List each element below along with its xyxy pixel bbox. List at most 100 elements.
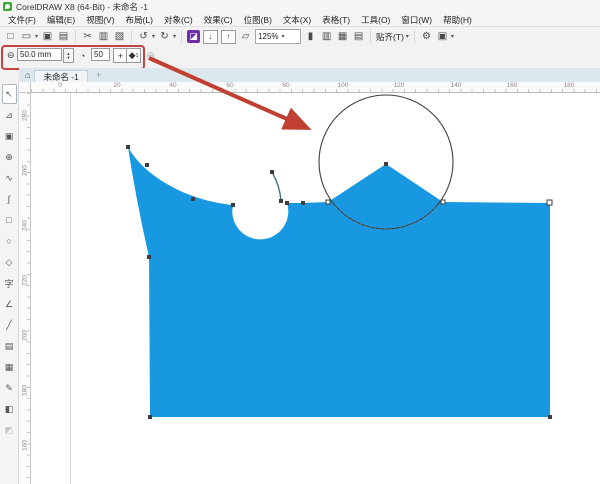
save-icon[interactable]: ▣ bbox=[41, 29, 54, 44]
snap-dropdown-icon[interactable]: ▾ bbox=[406, 33, 409, 40]
text-tool[interactable]: 字 bbox=[2, 273, 17, 293]
coreldraw-window: CorelDRAW X8 (64-Bit) - 未命名 -1 文件(F) 编辑(… bbox=[0, 0, 600, 484]
redo-icon[interactable]: ↻ bbox=[158, 29, 171, 44]
drawing-canvas[interactable] bbox=[31, 93, 600, 484]
launch-dropdown-icon[interactable]: ▾ bbox=[451, 33, 454, 40]
smart-fill-tool[interactable]: ◩ bbox=[2, 420, 17, 440]
new-document-icon[interactable]: □ bbox=[4, 29, 17, 44]
ruler-label: 60 bbox=[226, 82, 233, 89]
fullscreen-preview-icon[interactable]: ▮ bbox=[304, 29, 317, 44]
copy-icon[interactable]: ▥ bbox=[97, 29, 110, 44]
document-tab-label: 未命名 -1 bbox=[43, 71, 78, 83]
cut-icon[interactable]: ✂ bbox=[81, 29, 94, 44]
menu-layout[interactable]: 布局(L) bbox=[126, 14, 153, 26]
pick-tool[interactable]: ↖ bbox=[2, 84, 17, 104]
menu-edit[interactable]: 编辑(E) bbox=[47, 14, 75, 26]
ruler-label: 180 bbox=[564, 82, 575, 89]
standard-toolbar: □ ▭ ▾ ▣ ▤ ✂ ▥ ▧ ↺ ▾ ↻ ▾ ◪ ↓ ↑ ▱ 125% ▾ ▮… bbox=[0, 26, 600, 47]
snap-to-label[interactable]: 贴齐(T) bbox=[376, 31, 404, 43]
ruler-label: 0 bbox=[58, 82, 62, 89]
publish-pdf-icon[interactable]: ▱ bbox=[239, 29, 252, 44]
home-icon[interactable]: ⌂ bbox=[25, 70, 30, 80]
launch-icon[interactable]: ▣ bbox=[436, 29, 449, 44]
menu-effects[interactable]: 效果(C) bbox=[204, 14, 233, 26]
title-bar: CorelDRAW X8 (64-Bit) - 未命名 -1 bbox=[0, 0, 600, 13]
menu-table[interactable]: 表格(T) bbox=[322, 14, 350, 26]
smooth-smear-icon: ◆ bbox=[129, 50, 136, 61]
search-content-icon[interactable]: ◪ bbox=[187, 30, 200, 43]
menu-view[interactable]: 视图(V) bbox=[86, 14, 114, 26]
page-edge-line bbox=[70, 93, 71, 484]
menu-text[interactable]: 文本(X) bbox=[283, 14, 311, 26]
horizontal-ruler[interactable]: 0 20 40 60 80 100 120 140 160 180 bbox=[31, 82, 600, 93]
toolbar-separator bbox=[181, 30, 182, 43]
window-title: CorelDRAW X8 (64-Bit) - 未命名 -1 bbox=[16, 1, 148, 13]
ruler-label: 40 bbox=[169, 82, 176, 89]
menu-bitmaps[interactable]: 位图(B) bbox=[244, 14, 272, 26]
transparency-tool[interactable]: ▦ bbox=[2, 357, 17, 377]
menu-window[interactable]: 窗口(W) bbox=[401, 14, 432, 26]
ruler-label: 140 bbox=[451, 82, 462, 89]
import-icon[interactable]: ↓ bbox=[203, 30, 218, 44]
show-rulers-icon[interactable]: ▥ bbox=[320, 29, 333, 44]
ruler-label: 20 bbox=[113, 82, 120, 89]
artistic-media-tool[interactable]: ∫ bbox=[2, 189, 17, 209]
ruler-label: 220 bbox=[22, 275, 29, 287]
toolbar-separator bbox=[414, 30, 415, 43]
zoom-dropdown-icon: ▾ bbox=[282, 33, 285, 40]
menu-tools[interactable]: 工具(O) bbox=[361, 14, 390, 26]
open-dropdown-icon[interactable]: ▾ bbox=[35, 33, 38, 40]
property-bar: ⊖ ▲ ▼ ◔ + ◆1 ⊕ bbox=[0, 45, 600, 69]
open-icon[interactable]: ▭ bbox=[20, 29, 33, 44]
ruler-label: 240 bbox=[22, 220, 29, 232]
ruler-label: 160 bbox=[507, 82, 518, 89]
connector-tool[interactable]: ╱ bbox=[2, 315, 17, 335]
toolbar-separator bbox=[75, 30, 76, 43]
show-guidelines-icon[interactable]: ▤ bbox=[352, 29, 365, 44]
ruler-label: 160 bbox=[22, 440, 29, 452]
ellipse-tool[interactable]: ○ bbox=[2, 231, 17, 251]
zoom-level-combo[interactable]: 125% ▾ bbox=[255, 29, 301, 44]
shape-tool[interactable]: ⊿ bbox=[2, 105, 17, 125]
rectangle-tool[interactable]: □ bbox=[2, 210, 17, 230]
undo-icon[interactable]: ↺ bbox=[137, 29, 150, 44]
options-gear-icon[interactable]: ⚙ bbox=[420, 29, 433, 44]
polygon-tool[interactable]: ◇ bbox=[2, 252, 17, 272]
ruler-label: 260 bbox=[22, 165, 29, 177]
show-grid-icon[interactable]: ▦ bbox=[336, 29, 349, 44]
export-icon[interactable]: ↑ bbox=[221, 30, 236, 44]
ruler-corner bbox=[19, 82, 31, 93]
interactive-fill-tool[interactable]: ◧ bbox=[2, 399, 17, 419]
target-icon: ⊕ bbox=[146, 48, 155, 63]
new-tab-button[interactable]: + bbox=[96, 70, 101, 80]
spin-down-icon[interactable]: ▼ bbox=[67, 56, 71, 60]
dimension-tool[interactable]: ∠ bbox=[2, 294, 17, 314]
freehand-tool[interactable]: ∿ bbox=[2, 168, 17, 188]
undo-dropdown-icon[interactable]: ▾ bbox=[152, 33, 155, 40]
toolbox: ↖ ⊿ ▣ ⊕ ∿ ∫ □ ○ ◇ 字 ∠ ╱ ▤ ▦ ✎ ◧ ◩ bbox=[0, 82, 19, 484]
vertical-ruler[interactable]: 280 260 240 220 200 180 160 bbox=[19, 93, 31, 484]
crop-tool[interactable]: ▣ bbox=[2, 126, 17, 146]
zoom-level-value: 125% bbox=[258, 32, 278, 41]
menu-help[interactable]: 帮助(H) bbox=[443, 14, 472, 26]
print-icon[interactable]: ▤ bbox=[57, 29, 70, 44]
document-tab[interactable]: 未命名 -1 bbox=[34, 70, 87, 83]
zoom-tool[interactable]: ⊕ bbox=[2, 147, 17, 167]
ruler-label: 280 bbox=[22, 110, 29, 122]
dry-input[interactable] bbox=[91, 48, 110, 61]
menu-file[interactable]: 文件(F) bbox=[8, 14, 36, 26]
document-tab-bar: ⌂ 未命名 -1 + bbox=[19, 68, 600, 82]
menu-object[interactable]: 对象(C) bbox=[164, 14, 193, 26]
app-logo-icon bbox=[3, 2, 12, 11]
paste-icon[interactable]: ▧ bbox=[113, 29, 126, 44]
nib-radius-input[interactable] bbox=[17, 48, 62, 61]
ruler-label: 180 bbox=[22, 385, 29, 397]
dry-icon: ◔ bbox=[80, 48, 85, 63]
menu-bar: 文件(F) 编辑(E) 视图(V) 布局(L) 对象(C) 效果(C) 位图(B… bbox=[0, 13, 600, 26]
smooth-smear-button[interactable]: ◆1 bbox=[126, 48, 141, 63]
drop-shadow-tool[interactable]: ▤ bbox=[2, 336, 17, 356]
nib-radius-spinner[interactable]: ▲ ▼ bbox=[63, 48, 74, 63]
redo-dropdown-icon[interactable]: ▾ bbox=[173, 33, 176, 40]
eyedropper-tool[interactable]: ✎ bbox=[2, 378, 17, 398]
toolbar-separator bbox=[370, 30, 371, 43]
